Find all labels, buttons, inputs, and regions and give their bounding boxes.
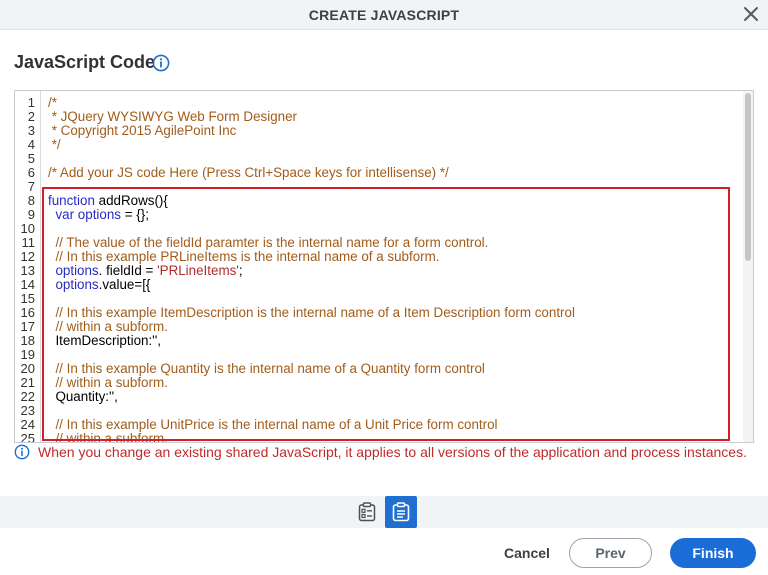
line-number: 8	[27, 193, 35, 208]
code-line[interactable]: function addRows(){	[48, 193, 168, 208]
line-number: 6	[27, 165, 35, 180]
code-line[interactable]: options. fieldId = 'PRLineItems';	[48, 263, 242, 278]
code-line[interactable]: // within a subform.	[48, 431, 167, 442]
line-number: 15	[20, 291, 35, 306]
line-number: 21	[20, 375, 35, 390]
line-number: 1	[27, 95, 35, 110]
section-title: JavaScript Code	[14, 52, 156, 72]
line-number: 14	[20, 277, 35, 292]
line-number: 23	[20, 403, 35, 418]
code-line[interactable]: // In this example ItemDescription is th…	[48, 305, 574, 320]
code-line[interactable]: // within a subform.	[48, 375, 167, 390]
line-number: 3	[27, 123, 35, 138]
line-number: 10	[20, 221, 35, 236]
line-number: 4	[27, 137, 35, 152]
view-toggle-bar	[0, 496, 768, 528]
code-line[interactable]: */	[48, 137, 61, 152]
notice-text: When you change an existing shared JavaS…	[38, 444, 747, 460]
editor-scrollbar[interactable]	[743, 91, 753, 442]
line-number: 2	[27, 109, 35, 124]
code-line[interactable]: options.value=[{	[48, 277, 150, 292]
scrollbar-thumb[interactable]	[745, 93, 751, 261]
code-line[interactable]: Quantity:'',	[48, 389, 117, 404]
code-line[interactable]: // The value of the fieldId paramter is …	[48, 235, 488, 250]
line-number: 13	[20, 263, 35, 278]
line-number: 9	[27, 207, 35, 222]
line-number: 17	[20, 319, 35, 334]
code-line[interactable]: * Copyright 2015 AgilePoint Inc	[48, 123, 237, 138]
code-line[interactable]: /* Add your JS code Here (Press Ctrl+Spa…	[48, 165, 449, 180]
line-number: 12	[20, 249, 35, 264]
dialog-title: CREATE JAVASCRIPT	[308, 7, 460, 23]
line-number: 24	[20, 417, 35, 432]
code-line[interactable]: /*	[48, 95, 57, 110]
info-icon	[14, 444, 30, 460]
line-number: 25	[20, 431, 35, 443]
close-icon[interactable]	[742, 5, 760, 23]
line-number: 7	[27, 179, 35, 194]
line-number: 20	[20, 361, 35, 376]
line-number-gutter: 1 2 3 4 5 6 7 8 9 10 11 12 13 14 15 16 17 18 19 20 21 22 23 24 2…	[15, 91, 41, 442]
line-number: 22	[20, 389, 35, 404]
code-line[interactable]: // within a subform.	[48, 319, 167, 334]
line-number: 16	[20, 305, 35, 320]
code-line[interactable]: // In this example UnitPrice is the inte…	[48, 417, 497, 432]
info-icon[interactable]	[152, 54, 170, 72]
code-line[interactable]: ItemDescription:'',	[48, 333, 161, 348]
form-list-view-button[interactable]	[351, 496, 383, 528]
code-line[interactable]: // In this example PRLineItems is the in…	[48, 249, 439, 264]
code-line[interactable]: var options = {};	[48, 207, 148, 222]
line-number: 19	[20, 347, 35, 362]
line-number: 18	[20, 333, 35, 348]
dialog-header: CREATE JAVASCRIPT	[0, 0, 768, 30]
code-editor[interactable]: 1 2 3 4 5 6 7 8 9 10 11 12 13 14 15 16 17 18 19 20 21 22 23 24 2…	[14, 90, 754, 443]
prev-button[interactable]: Prev	[569, 538, 652, 568]
code-line[interactable]: // In this example Quantity is the inter…	[48, 361, 484, 376]
line-number: 11	[21, 235, 36, 250]
cancel-button[interactable]: Cancel	[496, 540, 558, 566]
code-line[interactable]: * JQuery WYSIWYG Web Form Designer	[48, 109, 297, 124]
form-list-icon	[358, 502, 376, 522]
line-number: 5	[27, 151, 35, 166]
finish-button[interactable]: Finish	[670, 538, 756, 568]
clipboard-icon	[392, 502, 410, 522]
code-view-button[interactable]	[385, 496, 417, 528]
